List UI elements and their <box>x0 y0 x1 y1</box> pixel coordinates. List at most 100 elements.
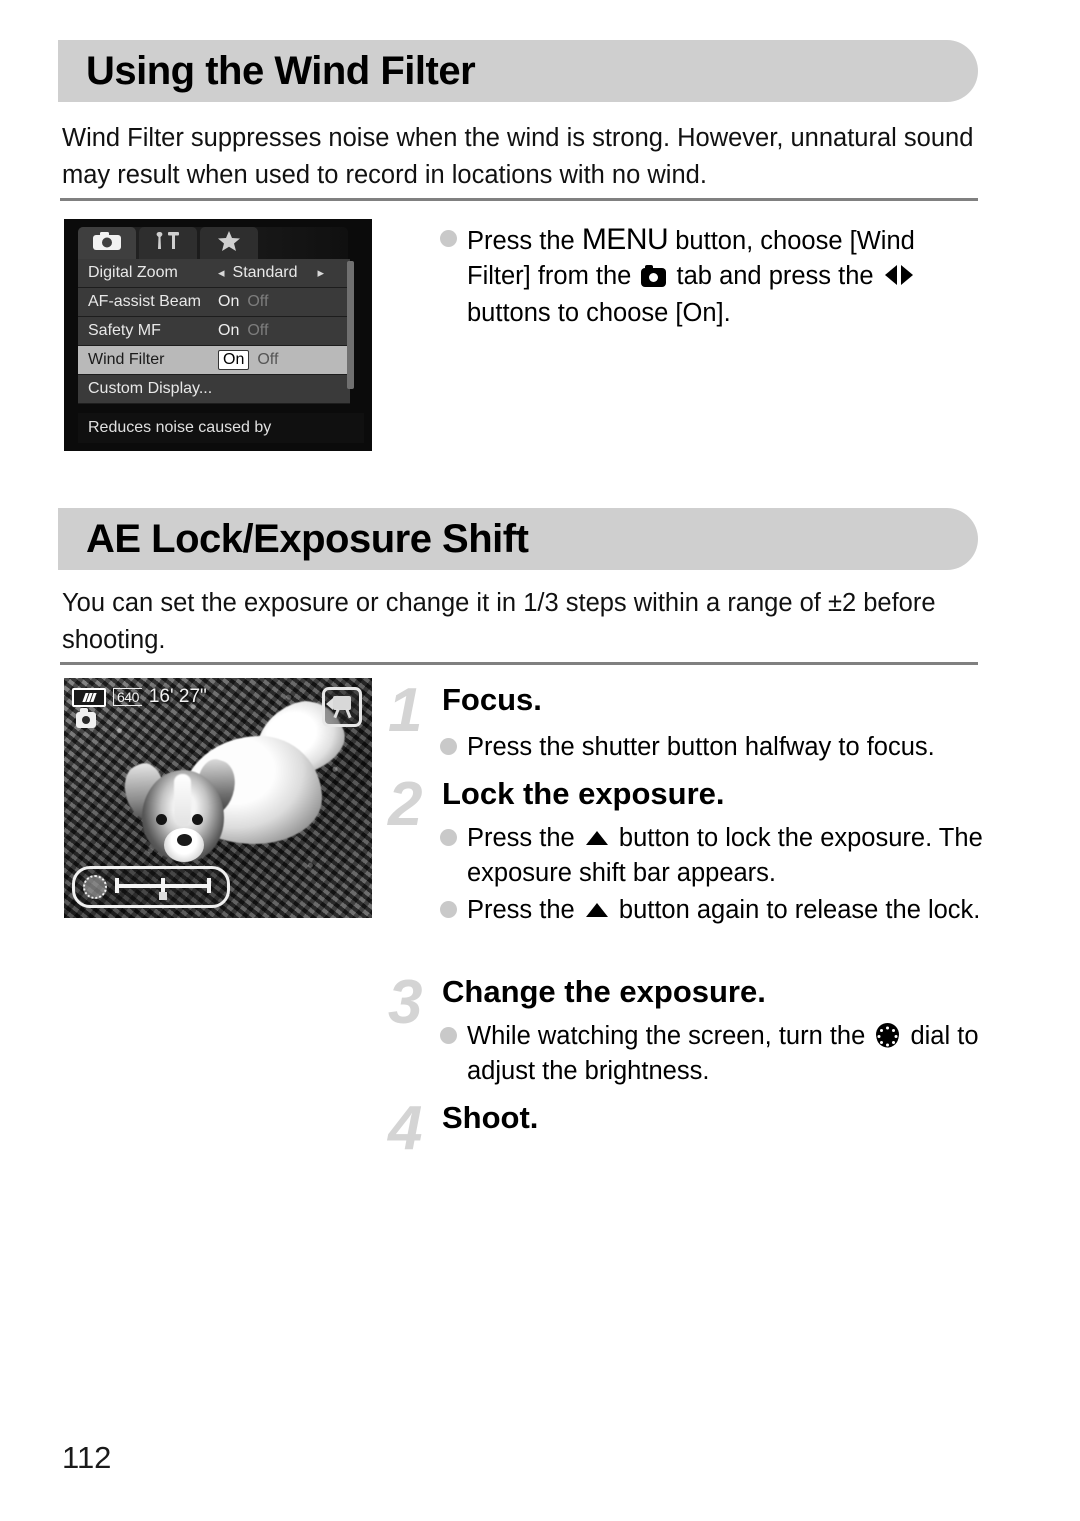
menu-row-value-group: On Off <box>218 350 278 370</box>
instruction-text: Press the MENU button, choose [Wind Filt… <box>467 222 980 331</box>
section-heading-text: Using the Wind Filter <box>86 49 476 93</box>
option-on[interactable]: On <box>218 293 239 311</box>
menu-row-custom-display[interactable]: Custom Display... <box>78 375 350 404</box>
movie-leg-right <box>345 708 352 719</box>
instruction-part4: buttons to choose [On]. <box>467 299 731 327</box>
step-number-3: 3 <box>388 968 423 1037</box>
instruction-bullet-row: Press the button to lock the exposure. T… <box>440 821 985 891</box>
instruction-text: Press the shutter button halfway to focu… <box>467 733 935 761</box>
left-right-buttons-icon <box>883 261 915 296</box>
section1-intro-text: Wind Filter suppresses noise when the wi… <box>62 124 974 189</box>
exposure-tick-max <box>207 878 211 893</box>
camera-menu-rows: Digital Zoom ◂ Standard ▸ AF-assist Beam… <box>78 259 350 404</box>
camera-menu-screenshot: Digital Zoom ◂ Standard ▸ AF-assist Beam… <box>64 219 372 451</box>
section1-instruction: Press the MENU button, choose [Wind Filt… <box>440 222 980 331</box>
section-heading-wind-filter: Using the Wind Filter <box>58 40 978 102</box>
section-heading-ae-lock: AE Lock/Exposure Shift <box>58 508 978 570</box>
camera-tab-icon <box>641 265 667 287</box>
option-off[interactable]: Off <box>257 351 278 369</box>
menu-row-digital-zoom[interactable]: Digital Zoom ◂ Standard ▸ <box>78 259 350 288</box>
menu-row-label: Safety MF <box>88 322 161 339</box>
step-number-2: 2 <box>388 770 423 839</box>
exposure-shift-bar <box>72 866 230 908</box>
bullet-post-text: button again to release the lock. <box>611 896 981 924</box>
option-on[interactable]: On <box>218 350 250 370</box>
menu-row-label: Custom Display... <box>88 380 213 397</box>
menu-row-safety-mf[interactable]: Safety MF On Off <box>78 317 350 346</box>
instruction-bullet-row: While watching the screen, turn the dial… <box>440 1019 988 1089</box>
bullet-icon <box>440 1027 457 1044</box>
movie-screen <box>333 696 351 710</box>
option-off[interactable]: Off <box>247 293 268 311</box>
settings-tab[interactable] <box>139 227 197 259</box>
menu-button-label: MENU <box>581 223 669 256</box>
instruction-text: While watching the screen, turn the dial… <box>467 1019 988 1089</box>
step-number-4: 4 <box>388 1094 423 1163</box>
instruction-part3: tab and press the <box>669 262 881 290</box>
step-title-2: Lock the exposure. <box>442 776 725 811</box>
instruction-text: Press the button again to release the lo… <box>467 893 985 928</box>
menu-row-value: Standard <box>232 264 298 281</box>
exposure-marker <box>159 892 167 900</box>
osd-top-row: 640 16' 27" <box>72 686 207 708</box>
step-title-4: Shoot. <box>442 1100 539 1135</box>
page-number: 112 <box>62 1440 112 1475</box>
option-on[interactable]: On <box>218 322 239 340</box>
instruction-part1: Press the <box>467 227 582 255</box>
dog-eye-right <box>192 814 203 825</box>
menu-row-label: Digital Zoom <box>88 264 178 281</box>
menu-row-value-group: On Off <box>218 322 268 340</box>
section-heading-text: AE Lock/Exposure Shift <box>86 517 529 561</box>
bullet-icon <box>440 901 457 918</box>
movie-lens <box>326 698 333 710</box>
control-dial-icon <box>83 875 107 899</box>
still-image-mode-icon <box>76 708 96 728</box>
remaining-time-label: 16' 27" <box>148 686 207 707</box>
star-icon <box>217 230 241 257</box>
option-off[interactable]: Off <box>247 322 268 340</box>
shooting-tab[interactable] <box>78 227 136 259</box>
step-1-body: Press the shutter button halfway to focu… <box>440 730 980 765</box>
up-button-icon <box>585 831 608 845</box>
chevron-left-icon[interactable]: ◂ <box>218 265 225 281</box>
exposure-track <box>115 877 211 900</box>
dog-face-blaze <box>174 774 191 826</box>
dog-eye-left <box>156 814 167 825</box>
step-number-1: 1 <box>388 676 423 745</box>
movie-leg-left <box>333 708 340 719</box>
step-title-1: Focus. <box>442 682 542 717</box>
menu-scrollbar[interactable] <box>347 261 354 389</box>
camera-menu-tabs <box>78 227 258 259</box>
menu-row-value-group: ◂ Standard <box>218 264 297 282</box>
camera-live-view-screenshot: 640 16' 27" <box>64 678 372 918</box>
divider-rule-1 <box>60 198 978 201</box>
menu-row-af-assist-beam[interactable]: AF-assist Beam On Off <box>78 288 350 317</box>
exposure-tick-min <box>115 878 119 893</box>
section2-intro-text: You can set the exposure or change it in… <box>62 589 936 654</box>
menu-row-label: Wind Filter <box>88 351 165 368</box>
menu-row-value-group: On Off <box>218 293 268 311</box>
menu-row-wind-filter[interactable]: Wind Filter On Off <box>78 346 350 375</box>
menu-help-text: Reduces noise caused by <box>88 419 272 436</box>
battery-icon <box>72 687 106 707</box>
exposure-tick-center <box>161 878 165 893</box>
movie-mode-icon <box>322 687 362 727</box>
chevron-right-icon[interactable]: ▸ <box>317 265 324 281</box>
instruction-text: Press the button to lock the exposure. T… <box>467 821 985 891</box>
step-2-body: Press the button to lock the exposure. T… <box>440 821 985 928</box>
my-menu-tab[interactable] <box>200 227 258 259</box>
bullet-icon <box>440 829 457 846</box>
menu-help-bar: Reduces noise caused by <box>78 413 364 443</box>
dog-nose <box>177 834 192 846</box>
bullet-icon <box>440 738 457 755</box>
bullet-pre-text: Press the <box>467 896 582 924</box>
instruction-bullet-row: Press the MENU button, choose [Wind Filt… <box>440 222 980 331</box>
wrench-hammer-icon <box>154 231 182 256</box>
step-title-3: Change the exposure. <box>442 974 766 1009</box>
bullet-icon <box>440 230 457 247</box>
up-button-icon <box>585 903 608 917</box>
instruction-bullet-row: Press the shutter button halfway to focu… <box>440 730 980 765</box>
step-3-body: While watching the screen, turn the dial… <box>440 1019 988 1089</box>
resolution-label: 640 <box>113 688 142 706</box>
bullet-pre-text: Press the <box>467 824 582 852</box>
